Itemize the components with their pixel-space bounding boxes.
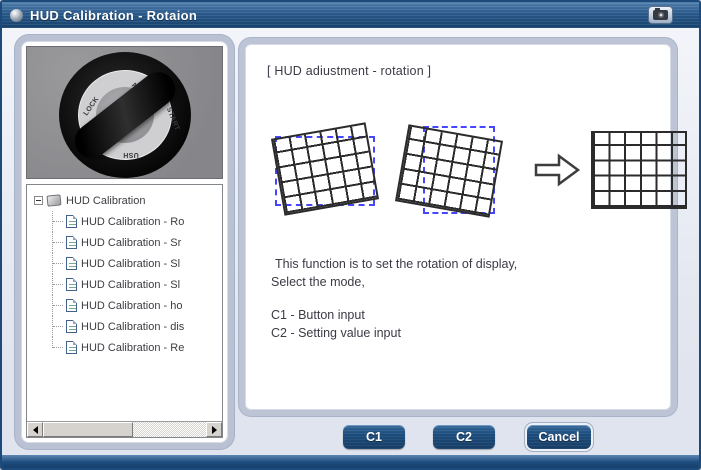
tree-rows: HUD Calibration HUD Calibration - Ro HUD… bbox=[27, 185, 222, 358]
window-title: HUD Calibration - Rotaion bbox=[30, 8, 197, 23]
cancel-button[interactable]: Cancel bbox=[527, 425, 591, 449]
description-block: This function is to set the rotation of … bbox=[271, 256, 657, 342]
button-row: C1 C2 Cancel bbox=[2, 425, 699, 451]
tree-root-label: HUD Calibration bbox=[66, 195, 145, 207]
calibration-tree: HUD Calibration HUD Calibration - Ro HUD… bbox=[26, 184, 223, 438]
tree-item-7[interactable]: HUD Calibration - Re bbox=[31, 337, 222, 358]
tree-item-label: HUD Calibration - Ro bbox=[81, 216, 184, 228]
tree-item-label: HUD Calibration - Sr bbox=[81, 237, 181, 249]
tree-item-5[interactable]: HUD Calibration - ho bbox=[31, 295, 222, 316]
c2-button[interactable]: C2 bbox=[433, 425, 495, 449]
tree-connector bbox=[52, 316, 65, 337]
tree-connector bbox=[52, 295, 65, 316]
document-icon bbox=[66, 341, 77, 354]
rotated-grid-ccw bbox=[263, 118, 389, 222]
tree-connector bbox=[52, 232, 65, 253]
tree-root-row[interactable]: HUD Calibration bbox=[31, 190, 222, 211]
document-icon bbox=[66, 257, 77, 270]
tree-connector bbox=[52, 253, 65, 274]
content-panel: [ HUD adiustment - rotation ] This funct… bbox=[239, 38, 677, 416]
title-bar[interactable]: HUD Calibration - Rotaion bbox=[2, 2, 699, 28]
app-icon bbox=[10, 9, 23, 22]
aligned-grid bbox=[591, 131, 687, 209]
tree-connector bbox=[52, 274, 65, 295]
camera-button[interactable] bbox=[648, 6, 673, 24]
window-bottom-edge bbox=[2, 455, 699, 468]
tree-item-label: HUD Calibration - Sl bbox=[81, 258, 180, 270]
dial-label-bottom: USH bbox=[123, 151, 139, 158]
grid-graphic bbox=[395, 124, 503, 217]
tree-item-4[interactable]: HUD Calibration - Sl bbox=[31, 274, 222, 295]
document-icon bbox=[66, 236, 77, 249]
description-line-2: Select the mode, bbox=[271, 274, 657, 292]
calibration-root-icon bbox=[46, 194, 61, 206]
tree-item-6[interactable]: HUD Calibration - dis bbox=[31, 316, 222, 337]
option-c2-text: C2 - Setting value input bbox=[271, 325, 657, 343]
option-c1-text: C1 - Button input bbox=[271, 307, 657, 325]
rotation-illustration bbox=[263, 118, 657, 222]
tree-item-label: HUD Calibration - dis bbox=[81, 321, 184, 333]
tree-connector bbox=[52, 211, 65, 232]
tree-item-label: HUD Calibration - Re bbox=[81, 342, 184, 354]
dialog-window: HUD Calibration - Rotaion LOCK ACC START… bbox=[0, 0, 701, 470]
tree-item-label: HUD Calibration - ho bbox=[81, 300, 182, 312]
document-icon bbox=[66, 299, 77, 312]
ignition-switch-photo: LOCK ACC START USH bbox=[26, 46, 223, 179]
document-icon bbox=[66, 278, 77, 291]
tree-collapse-icon[interactable] bbox=[34, 196, 43, 205]
right-arrow-icon bbox=[533, 152, 581, 188]
grid-graphic bbox=[271, 122, 379, 215]
tree-item-3[interactable]: HUD Calibration - Sl bbox=[31, 253, 222, 274]
c1-button[interactable]: C1 bbox=[343, 425, 405, 449]
description-line-1: This function is to set the rotation of … bbox=[275, 256, 657, 274]
tree-item-2[interactable]: HUD Calibration - Sr bbox=[31, 232, 222, 253]
rotated-grid-cw bbox=[397, 118, 523, 222]
tree-item-rotation[interactable]: HUD Calibration - Ro bbox=[31, 211, 222, 232]
document-icon bbox=[66, 320, 77, 333]
camera-icon bbox=[653, 10, 668, 20]
left-panel: LOCK ACC START USH HUD Calibration HUD C… bbox=[15, 35, 234, 449]
tree-connector bbox=[52, 337, 65, 348]
tree-item-label: HUD Calibration - Sl bbox=[81, 279, 180, 291]
panel-heading: [ HUD adiustment - rotation ] bbox=[267, 64, 657, 78]
document-icon bbox=[66, 215, 77, 228]
